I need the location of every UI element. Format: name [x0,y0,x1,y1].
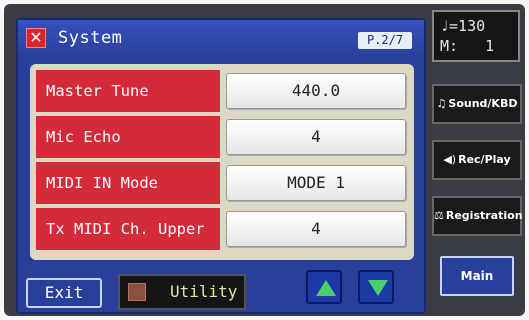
system-panel: ✕ System P.2/7 Master Tune 440.0 Mic Ech… [16,18,426,314]
speaker-icon: ◀) [443,153,457,166]
mic-echo-value-button[interactable]: 4 [226,119,406,155]
param-label: Mic Echo [36,116,220,158]
exit-button[interactable]: Exit [26,278,102,308]
page-indicator: P.2/7 [358,32,412,49]
page-title: System [58,28,123,48]
utility-icon [128,283,146,301]
page-down-button[interactable] [358,270,394,304]
main-button[interactable]: Main [440,256,514,296]
bottom-bar: Exit Utility [18,270,424,312]
sound-kbd-button[interactable]: ♫ Sound/KBD [432,84,522,124]
midi-in-mode-value-button[interactable]: MODE 1 [226,165,406,201]
utility-indicator: Utility [118,274,246,310]
registration-label: Registration [445,209,523,222]
parameter-list: Master Tune 440.0 Mic Echo 4 MIDI IN Mod… [30,64,414,260]
param-label: Master Tune [36,70,220,112]
close-icon[interactable]: ✕ [26,28,46,48]
param-label: MIDI IN Mode [36,162,220,204]
param-row-mic-echo: Mic Echo 4 [36,116,408,158]
param-row-midi-in-mode: MIDI IN Mode MODE 1 [36,162,408,204]
measure-readout: M: 1 [440,37,495,55]
param-label: Tx MIDI Ch. Upper [36,208,220,250]
tempo-display: ♩=130 M: 1 [432,10,520,62]
param-row-tx-midi-ch-upper: Tx MIDI Ch. Upper 4 [36,208,408,250]
tempo-readout: ♩=130 [440,17,486,35]
registration-icon: ⚖ [434,209,444,222]
rec-play-label: Rec/Play [458,153,511,166]
down-arrow-icon [368,280,388,296]
sidebar: ♩=130 M: 1 ♫ Sound/KBD ◀) Rec/Play ⚖ Regist… [428,4,525,316]
title-bar: ✕ System P.2/7 [18,20,424,58]
sound-kbd-label: Sound/KBD [448,97,518,110]
tx-midi-ch-upper-value-button[interactable]: 4 [226,211,406,247]
music-note-icon: ♫ [436,97,447,110]
param-row-master-tune: Master Tune 440.0 [36,70,408,112]
master-tune-value-button[interactable]: 440.0 [226,73,406,109]
registration-button[interactable]: ⚖ Registration [432,196,523,236]
page-up-button[interactable] [306,270,342,304]
utility-label: Utility [170,282,238,301]
rec-play-button[interactable]: ◀) Rec/Play [432,140,522,180]
up-arrow-icon [316,280,336,296]
